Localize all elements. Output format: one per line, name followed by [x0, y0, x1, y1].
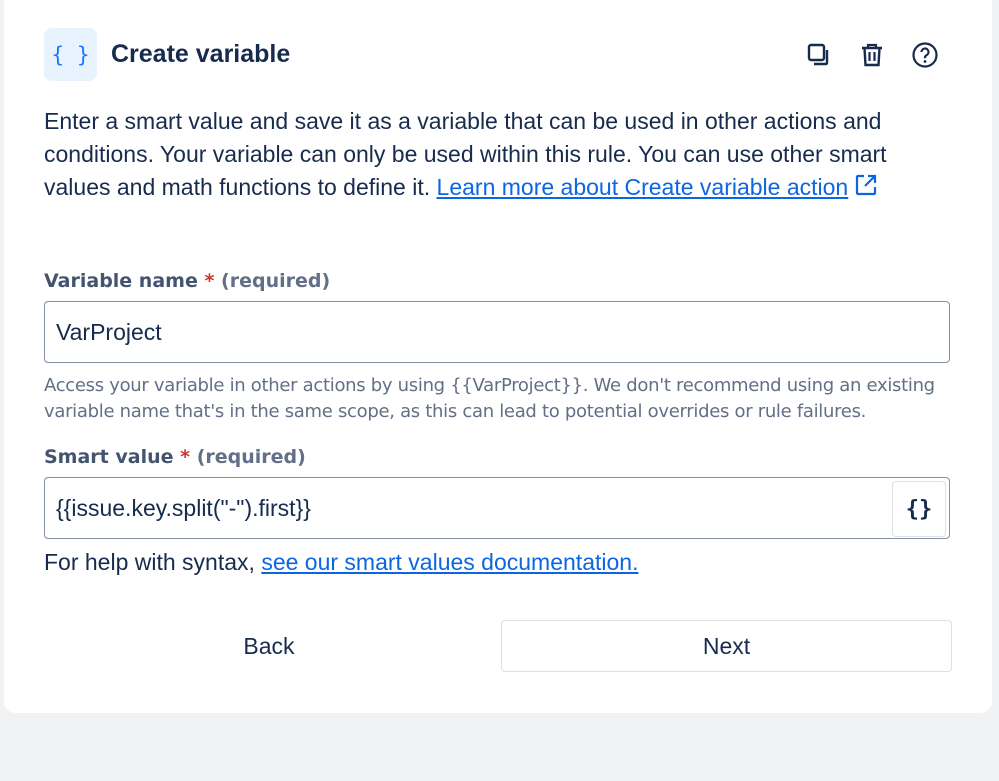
- variable-name-helper: Access your variable in other actions by…: [44, 375, 935, 422]
- smart-values-docs-link[interactable]: see our smart values documentation.: [261, 549, 638, 575]
- required-text: (required): [221, 270, 331, 292]
- back-button[interactable]: Back: [44, 620, 494, 672]
- variable-name-label: Variable name * (required): [44, 270, 330, 292]
- external-link-icon[interactable]: [854, 173, 878, 197]
- required-star: *: [204, 270, 215, 292]
- required-star: *: [180, 446, 191, 468]
- learn-more-link[interactable]: Learn more about Create variable action: [437, 174, 849, 200]
- help-button[interactable]: [910, 40, 940, 70]
- syntax-help-text: For help with syntax,: [44, 549, 262, 575]
- duplicate-icon: [807, 43, 829, 66]
- variable-name-label-text: Variable name: [44, 270, 198, 292]
- description: Enter a smart value and save it as a var…: [44, 105, 949, 204]
- required-text: (required): [196, 446, 306, 468]
- smart-value-field[interactable]: {{issue.key.split("-").first}} {}: [44, 477, 950, 539]
- curly-braces-icon: { }: [44, 28, 97, 81]
- create-variable-panel: { } Create variable Enter a smart value …: [4, 0, 992, 713]
- smart-value-label: Smart value * (required): [44, 446, 306, 468]
- smart-value-picker-button[interactable]: {}: [892, 481, 946, 537]
- help-icon: [912, 42, 938, 68]
- delete-button[interactable]: [857, 40, 887, 70]
- smart-value-label-text: Smart value: [44, 446, 174, 468]
- variable-name-value: VarProject: [56, 319, 162, 345]
- variable-name-field[interactable]: VarProject: [44, 301, 950, 363]
- smart-value-value: {{issue.key.split("-").first}}: [56, 495, 311, 521]
- trash-icon: [862, 43, 882, 67]
- page-title: Create variable: [111, 40, 291, 68]
- next-button[interactable]: Next: [501, 620, 952, 672]
- duplicate-button[interactable]: [804, 40, 834, 70]
- syntax-help: For help with syntax, see our smart valu…: [44, 549, 638, 576]
- panel-header: { } Create variable: [44, 28, 950, 81]
